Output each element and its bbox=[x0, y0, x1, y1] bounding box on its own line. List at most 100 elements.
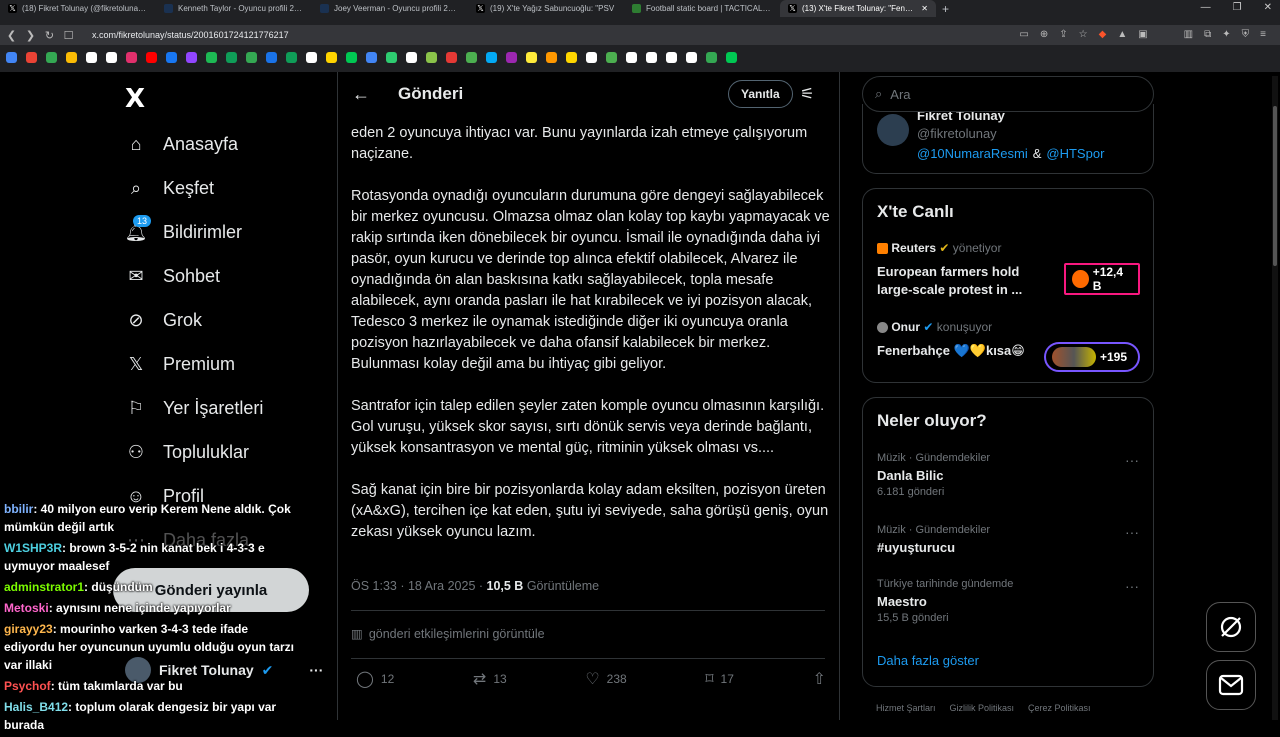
bookmark-favicon-icon[interactable] bbox=[366, 51, 377, 63]
leo-icon[interactable]: ✦ bbox=[1222, 29, 1230, 40]
star-icon[interactable]: ☆ bbox=[1079, 29, 1088, 40]
wallet-icon[interactable]: ▣ bbox=[1138, 29, 1147, 40]
close-tab-icon[interactable]: ✕ bbox=[921, 4, 928, 13]
live-space-title[interactable]: Fenerbahçe 💙💛kısa😁 bbox=[877, 342, 1047, 360]
bookmark-favicon-icon[interactable] bbox=[626, 51, 637, 63]
back-icon[interactable]: ❮ bbox=[2, 29, 21, 42]
live-host[interactable]: Onur bbox=[891, 320, 920, 334]
bookmark-favicon-icon[interactable] bbox=[406, 51, 417, 63]
live-listeners[interactable]: +195 bbox=[1044, 342, 1140, 372]
sliders-icon[interactable]: ⚟ bbox=[800, 84, 814, 104]
privacy-link[interactable]: Gizlilik Politikası bbox=[950, 703, 1015, 713]
mention-link[interactable]: @10NumaraResmi bbox=[917, 146, 1028, 161]
bookmark-favicon-icon[interactable] bbox=[106, 51, 117, 63]
browser-tab[interactable]: 𝕏 (13) X'te Fikret Tolunay: "Fenerba ✕ bbox=[780, 0, 936, 17]
extensions-icon[interactable]: ⧉ bbox=[1204, 29, 1211, 40]
search-input[interactable]: Ara bbox=[890, 87, 910, 102]
bookmark-favicon-icon[interactable] bbox=[446, 51, 457, 63]
bookmark-favicon-icon[interactable] bbox=[586, 51, 597, 63]
shield-icon[interactable]: ◆ bbox=[1099, 29, 1107, 40]
nav-explore[interactable]: ⌕ Keşfet bbox=[125, 173, 214, 203]
bookmark-favicon-icon[interactable] bbox=[306, 51, 317, 63]
repost-action[interactable]: ⇄ 13 bbox=[473, 669, 507, 689]
browser-tab[interactable]: 𝕏 (19) X'te Yağız Sabuncuoğlu: "PSV bbox=[468, 0, 624, 17]
post-time[interactable]: ÖS 1:33 · 18 Ara 2025 · bbox=[351, 579, 487, 593]
like-action[interactable]: ♡ 238 bbox=[585, 669, 626, 689]
bookmark-favicon-icon[interactable] bbox=[186, 51, 197, 63]
bookmark-favicon-icon[interactable] bbox=[666, 51, 677, 63]
new-tab-icon[interactable]: + bbox=[942, 2, 949, 16]
minimize-icon[interactable]: — bbox=[1201, 2, 1211, 13]
nav-grok[interactable]: ⊘ Grok bbox=[125, 305, 202, 335]
reply-action[interactable]: ◯ 12 bbox=[356, 669, 394, 689]
bookmark-favicon-icon[interactable] bbox=[6, 51, 17, 63]
bookmark-favicon-icon[interactable] bbox=[486, 51, 497, 63]
install-icon[interactable]: ▭ bbox=[1019, 29, 1028, 40]
trend-item[interactable]: Müzik · Gündemdekiler #uyuşturucu bbox=[877, 522, 990, 556]
bookmark-favicon-icon[interactable] bbox=[146, 51, 157, 63]
bookmark-action[interactable]: ⌑ 17 bbox=[705, 669, 734, 689]
bookmark-favicon-icon[interactable] bbox=[566, 51, 577, 63]
terms-link[interactable]: Hizmet Şartları bbox=[876, 703, 936, 713]
author-handle[interactable]: @fikretolunay bbox=[917, 126, 997, 141]
bookmark-favicon-icon[interactable] bbox=[206, 51, 217, 63]
trend-item[interactable]: Türkiye tarihinde gündemde Maestro 15,5 B … bbox=[877, 576, 1013, 627]
bookmark-favicon-icon[interactable] bbox=[286, 51, 297, 63]
search-bar[interactable]: ⌕ Ara bbox=[862, 76, 1154, 112]
browser-tab[interactable]: Kenneth Taylor - Oyuncu profili 25/2 bbox=[156, 0, 312, 17]
bookmark-favicon-icon[interactable] bbox=[26, 51, 37, 63]
more-dots-icon[interactable]: ··· bbox=[1125, 452, 1139, 468]
close-icon[interactable]: ✕ bbox=[1264, 2, 1272, 13]
browser-tab[interactable]: 𝕏 (18) Fikret Tolunay (@fikretolunay) / bbox=[0, 0, 156, 17]
share-icon[interactable]: ⇪ bbox=[1059, 29, 1067, 40]
live-host[interactable]: Reuters bbox=[891, 241, 936, 255]
nav-notifications[interactable]: 🔔︎ 13 Bildirimler bbox=[125, 215, 242, 247]
bookmark-favicon-icon[interactable] bbox=[386, 51, 397, 63]
view-engagements-link[interactable]: ▥ gönderi etkileşimlerini görüntüle bbox=[351, 626, 545, 642]
reply-button[interactable]: Yanıtla bbox=[728, 80, 793, 108]
bookmark-favicon-icon[interactable] bbox=[246, 51, 257, 63]
url-field[interactable]: x.com/fikretolunay/status/20016017241217… bbox=[92, 30, 289, 40]
nav-home[interactable]: ⌂ Anasayfa bbox=[125, 129, 239, 159]
nav-bookmarks[interactable]: ⚐ Yer İşaretleri bbox=[125, 393, 263, 423]
live-space-title[interactable]: European farmers hold large-scale protes… bbox=[877, 263, 1047, 299]
bookmark-favicon-icon[interactable] bbox=[86, 51, 97, 63]
bookmark-favicon-icon[interactable] bbox=[46, 51, 57, 63]
bookmark-favicon-icon[interactable] bbox=[646, 51, 657, 63]
zoom-icon[interactable]: ⊕ bbox=[1040, 29, 1048, 40]
bookmark-favicon-icon[interactable] bbox=[126, 51, 137, 63]
bookmark-favicon-icon[interactable] bbox=[426, 51, 437, 63]
x-logo-icon[interactable]: X bbox=[125, 84, 145, 114]
share-action[interactable]: ⇧ bbox=[813, 669, 826, 689]
page-scrollbar[interactable] bbox=[1272, 76, 1278, 720]
rewards-icon[interactable]: ▲ bbox=[1117, 29, 1127, 40]
more-dots-icon[interactable]: ··· bbox=[1125, 524, 1139, 540]
sidebar-icon[interactable]: ▥ bbox=[1184, 29, 1193, 40]
more-dots-icon[interactable]: ··· bbox=[1125, 578, 1139, 594]
mention-link[interactable]: @HTSpor bbox=[1046, 146, 1104, 161]
reload-icon[interactable]: ↻ bbox=[40, 29, 59, 42]
show-more-link[interactable]: Daha fazla göster bbox=[877, 653, 979, 668]
messages-fab[interactable] bbox=[1206, 660, 1256, 710]
bookmark-favicon-icon[interactable] bbox=[526, 51, 537, 63]
bookmark-favicon-icon[interactable] bbox=[66, 51, 77, 63]
forward-icon[interactable]: ❯ bbox=[21, 29, 40, 42]
bookmark-favicon-icon[interactable] bbox=[266, 51, 277, 63]
bookmark-favicon-icon[interactable] bbox=[466, 51, 477, 63]
bookmark-favicon-icon[interactable] bbox=[546, 51, 557, 63]
bookmark-favicon-icon[interactable] bbox=[606, 51, 617, 63]
trend-item[interactable]: Müzik · Gündemdekiler Danla Bilic 6.181 gö… bbox=[877, 450, 990, 501]
bookmark-favicon-icon[interactable] bbox=[726, 51, 737, 63]
bookmark-page-icon[interactable]: ☐ bbox=[59, 29, 78, 42]
menu-icon[interactable]: ≡ bbox=[1260, 29, 1266, 40]
browser-tab[interactable]: Joey Veerman - Oyuncu profili 25/26 bbox=[312, 0, 468, 17]
browser-tab[interactable]: Football static board | TACTICALista bbox=[624, 0, 780, 17]
author-avatar[interactable] bbox=[877, 114, 909, 146]
bookmark-favicon-icon[interactable] bbox=[706, 51, 717, 63]
scrollbar-thumb[interactable] bbox=[1273, 106, 1277, 266]
bookmark-favicon-icon[interactable] bbox=[326, 51, 337, 63]
vpn-icon[interactable]: ⛨ bbox=[1242, 29, 1250, 40]
maximize-icon[interactable]: ❐ bbox=[1233, 2, 1242, 13]
bookmark-favicon-icon[interactable] bbox=[506, 51, 517, 63]
cookie-link[interactable]: Çerez Politikası bbox=[1028, 703, 1091, 713]
